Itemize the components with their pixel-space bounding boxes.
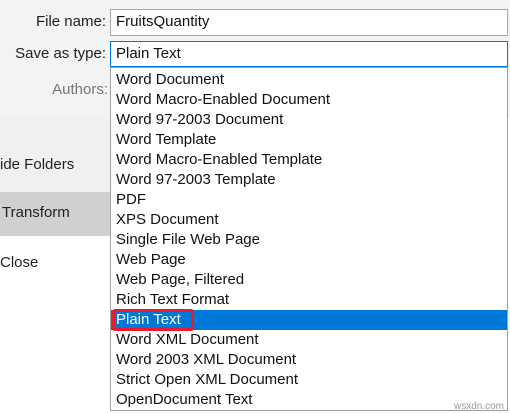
dropdown-option[interactable]: PDF (111, 190, 507, 210)
dropdown-option[interactable]: Word 97-2003 Document (111, 110, 507, 130)
dropdown-option[interactable]: Word Document (111, 70, 507, 90)
sidebar-item-close[interactable]: Close (0, 254, 38, 271)
dropdown-option[interactable]: Plain Text (111, 310, 507, 330)
dropdown-option[interactable]: Strict Open XML Document (111, 370, 507, 390)
dropdown-option[interactable]: Word 97-2003 Template (111, 170, 507, 190)
file-name-label: File name: (35, 13, 106, 30)
sidebar-item-transform[interactable]: Transform (2, 204, 70, 221)
file-name-input[interactable]: FruitsQuantity (110, 9, 508, 36)
dropdown-option[interactable]: Web Page (111, 250, 507, 270)
watermark: wsxdn.com (453, 401, 504, 412)
dropdown-option[interactable]: Single File Web Page (111, 230, 507, 250)
dropdown-option[interactable]: Rich Text Format (111, 290, 507, 310)
authors-label: Authors: (52, 81, 108, 98)
dropdown-option[interactable]: Word Template (111, 130, 507, 150)
save-as-type-select[interactable]: Plain Text (110, 41, 508, 67)
save-as-type-label: Save as type: (15, 45, 106, 62)
hide-folders-button[interactable]: ide Folders (0, 156, 74, 173)
save-as-type-dropdown-list[interactable]: Word Document Word Macro-Enabled Document… (110, 67, 508, 411)
dropdown-option[interactable]: Word Macro-Enabled Template (111, 150, 507, 170)
dropdown-option[interactable]: OpenDocument Text (111, 390, 507, 410)
dropdown-option[interactable]: Word Macro-Enabled Document (111, 90, 507, 110)
dropdown-option[interactable]: Word 2003 XML Document (111, 350, 507, 370)
dropdown-option[interactable]: Web Page, Filtered (111, 270, 507, 290)
dropdown-option[interactable]: XPS Document (111, 210, 507, 230)
dropdown-option[interactable]: Word XML Document (111, 330, 507, 350)
hide-folders-band[interactable] (0, 118, 110, 192)
